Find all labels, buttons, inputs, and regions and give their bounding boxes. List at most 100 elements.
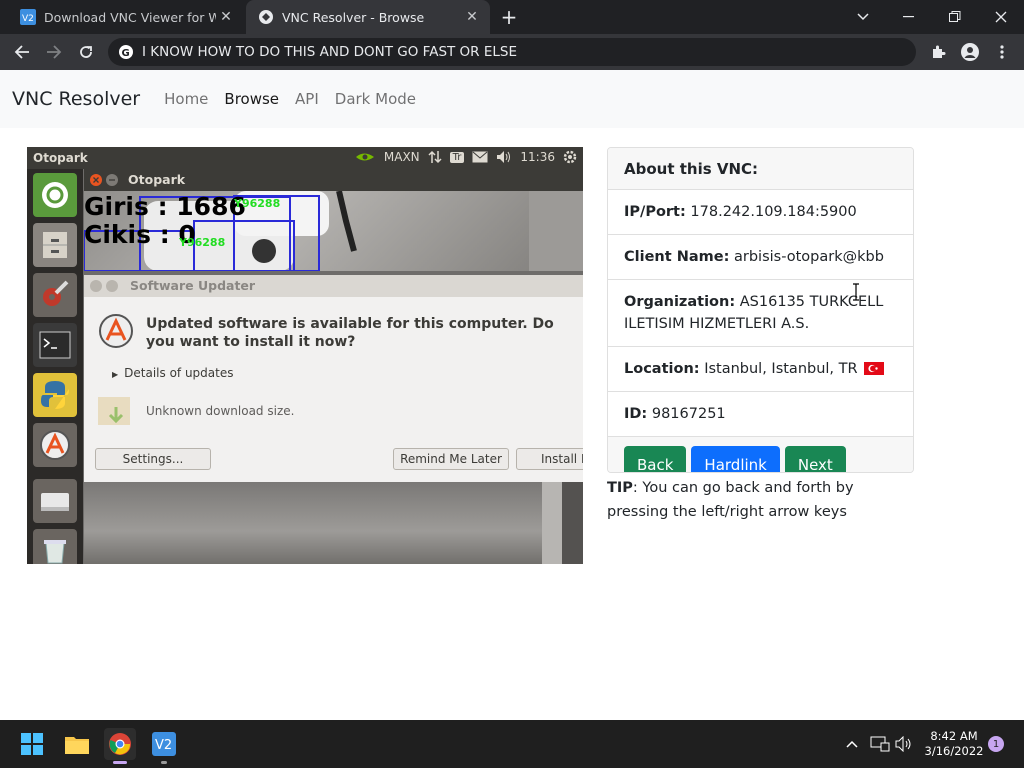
- browser-menu-kebab-icon[interactable]: [990, 40, 1014, 64]
- nav-browse[interactable]: Browse: [224, 90, 279, 108]
- network-arrows-icon: [428, 150, 442, 164]
- tip-label: TIP: [607, 480, 633, 496]
- terminal-icon: [33, 323, 77, 367]
- back-arrow-icon[interactable]: [10, 40, 34, 64]
- id-value: 98167251: [651, 406, 726, 422]
- minimize-icon[interactable]: [886, 0, 932, 34]
- download-package-icon: [98, 397, 130, 425]
- nav-home[interactable]: Home: [164, 90, 208, 108]
- ubuntu-launcher: [27, 169, 83, 564]
- address-bar[interactable]: G I KNOW HOW TO DO THIS AND DONT GO FAST…: [108, 38, 916, 66]
- file-explorer-icon[interactable]: [61, 728, 93, 760]
- top-bar-title: Otopark: [33, 151, 88, 165]
- extensions-puzzle-icon[interactable]: [926, 40, 950, 64]
- window-close-icon: [90, 174, 102, 186]
- window-minimize-icon: [106, 174, 118, 186]
- updater-titlebar: Software Updater: [84, 275, 583, 297]
- field-label: IP/Port:: [624, 204, 686, 220]
- site-brand[interactable]: VNC Resolver: [12, 88, 140, 110]
- top-bar-clock: 11:36: [520, 150, 555, 164]
- window-close-icon: [90, 280, 102, 292]
- running-indicator: [161, 761, 167, 764]
- road-scene: [84, 482, 583, 564]
- updater-title: Software Updater: [130, 278, 256, 293]
- windows-start-icon[interactable]: [16, 728, 48, 760]
- id-row: ID: 98167251: [608, 392, 913, 437]
- field-label: Organization:: [624, 294, 736, 310]
- volume-icon: [497, 151, 511, 163]
- ip-port-row: IP/Port: 178.242.109.184:5900: [608, 190, 913, 235]
- settings-tools-icon: [33, 273, 77, 317]
- tab-vnc-resolver-browse[interactable]: VNC Resolver - Browse ✕: [246, 0, 490, 34]
- tab-search-chevron-icon[interactable]: [840, 0, 886, 34]
- updater-heading: Updated software is available for this c…: [146, 316, 554, 350]
- tab-close-icon[interactable]: ✕: [462, 9, 482, 25]
- ubuntu-top-bar: Otopark MAXN Tr 11:36: [27, 147, 583, 169]
- browser-tabbar: V2 Download VNC Viewer for Windows ✕ VNC…: [0, 0, 1024, 34]
- nvidia-icon: [355, 153, 374, 161]
- install-now-button[interactable]: Install Now: [516, 448, 583, 470]
- vnc-screenshot: Otopark MAXN Tr 11:36 Otopark Giris: 16…: [27, 147, 583, 564]
- organization-row: Organization: AS16135 TURKCELL ILETISIM …: [608, 280, 913, 347]
- card-footer: Back Hardlink Next: [608, 437, 913, 472]
- clock-date: 3/16/2022: [924, 744, 984, 758]
- details-of-updates-expander[interactable]: ▶ Details of updates: [112, 366, 234, 380]
- field-label: Location:: [624, 361, 700, 377]
- system-gear-icon: [563, 150, 577, 164]
- vnc-viewer-taskbar-icon[interactable]: V2: [148, 728, 180, 764]
- browser-toolbar: G I KNOW HOW TO DO THIS AND DONT GO FAST…: [0, 34, 1024, 70]
- back-button[interactable]: Back: [624, 446, 687, 472]
- vnc-info-card: About this VNC: IP/Port: 178.242.109.184…: [607, 147, 914, 473]
- running-indicator: [113, 761, 127, 764]
- address-bar-text: I KNOW HOW TO DO THIS AND DONT GO FAST O…: [142, 44, 517, 60]
- forward-arrow-icon[interactable]: [42, 40, 66, 64]
- tip-text: : You can go back and forth by pressing …: [607, 480, 854, 520]
- settings-button[interactable]: Settings...: [95, 448, 211, 470]
- plate-label: Y96288: [179, 236, 226, 249]
- turkey-flag-icon: [864, 362, 885, 375]
- mail-icon: [472, 151, 488, 163]
- updater-logo-icon: [99, 314, 133, 348]
- remind-me-later-button[interactable]: Remind Me Later: [393, 448, 509, 470]
- svg-text:V2: V2: [22, 14, 34, 24]
- chrome-taskbar-icon[interactable]: [104, 728, 136, 764]
- restore-icon[interactable]: [932, 0, 978, 34]
- notification-badge[interactable]: 1: [988, 736, 1004, 752]
- clock-time: 8:42 AM: [930, 729, 978, 743]
- camera-window: Otopark Giris : 1686 Cikis : 0 Y96288 Y9…: [84, 169, 583, 271]
- google-icon: G: [119, 45, 133, 59]
- tab-download-vnc-viewer[interactable]: V2 Download VNC Viewer for Windows ✕: [8, 0, 244, 34]
- nav-api[interactable]: API: [295, 90, 319, 108]
- expander-triangle-icon: ▶: [112, 370, 119, 379]
- tab-title: Download VNC Viewer for Windows: [44, 9, 216, 25]
- keyboard-tip: TIP: You can go back and forth by pressi…: [607, 476, 917, 524]
- nav-dark-mode[interactable]: Dark Mode: [335, 90, 416, 108]
- entry-count-overlay: Giris : 1686: [84, 192, 246, 221]
- vnc-resolver-favicon-icon: [258, 9, 274, 25]
- text-cursor-icon: [853, 283, 859, 301]
- next-button[interactable]: Next: [784, 446, 846, 472]
- new-tab-plus-icon[interactable]: +: [498, 6, 520, 28]
- details-label: Details of updates: [124, 366, 234, 380]
- software-updater-icon: [33, 423, 77, 467]
- client-name-row: Client Name: arbisis-otopark@kbb: [608, 235, 913, 280]
- taskbar-clock[interactable]: 8:42 AM 3/16/2022: [922, 729, 986, 759]
- ip-port-value: 178.242.109.184:5900: [690, 204, 857, 220]
- close-window-icon[interactable]: [978, 0, 1024, 34]
- camera-window-titlebar: Otopark: [84, 169, 583, 191]
- tab-close-icon[interactable]: ✕: [216, 9, 236, 25]
- file-cabinet-icon: [33, 223, 77, 267]
- field-label: Client Name:: [624, 249, 730, 265]
- keyboard-layout-badge: Tr: [449, 151, 465, 163]
- camera-window-title: Otopark: [128, 172, 186, 187]
- field-label: ID:: [624, 406, 648, 422]
- profile-avatar-icon[interactable]: [958, 40, 982, 64]
- reload-icon[interactable]: [74, 40, 98, 64]
- card-header: About this VNC:: [608, 148, 913, 190]
- hardlink-button[interactable]: Hardlink: [691, 446, 780, 472]
- download-size-label: Unknown download size.: [146, 404, 295, 418]
- python-icon: [33, 373, 77, 417]
- volume-icon[interactable]: [888, 728, 920, 760]
- tab-title: VNC Resolver - Browse: [282, 9, 425, 25]
- trash-icon: [33, 529, 77, 564]
